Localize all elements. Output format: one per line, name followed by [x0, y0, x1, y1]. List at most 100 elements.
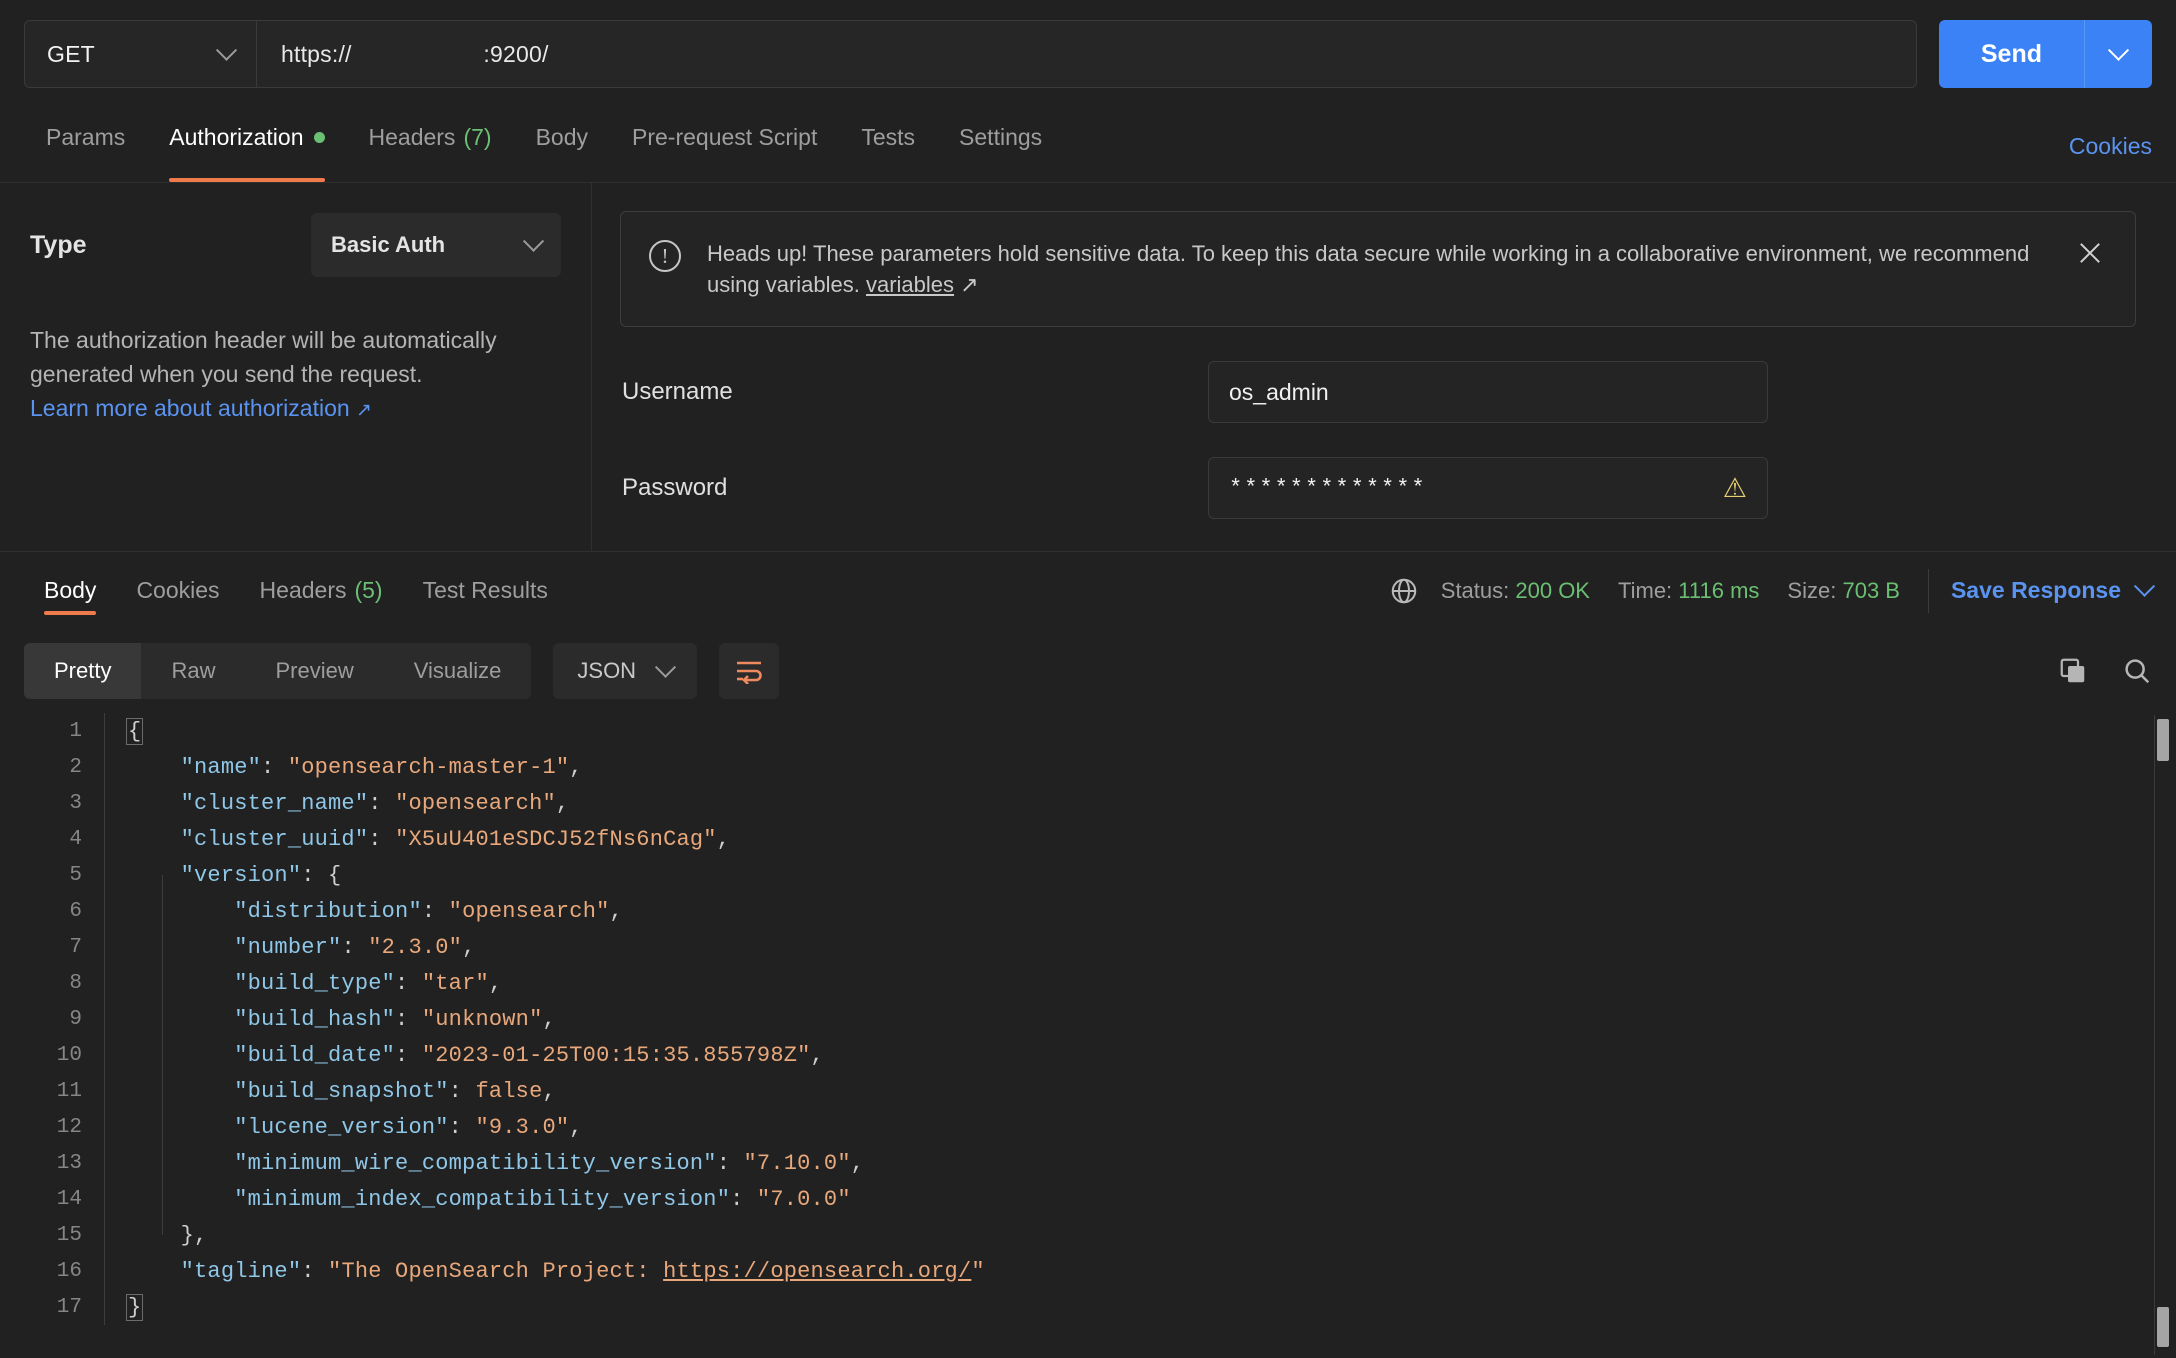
code-text: "build_type": "tar",	[234, 970, 503, 996]
globe-icon	[1391, 578, 1417, 603]
request-tabs: Params Authorization Headers (7) Body Pr…	[0, 108, 2176, 183]
warning-triangle-icon: ⚠	[1722, 472, 1747, 503]
line-number: 10	[56, 1043, 82, 1067]
code-line: 15 },	[0, 1217, 2176, 1253]
tab-authorization[interactable]: Authorization	[147, 108, 346, 182]
username-label: Username	[622, 378, 733, 406]
line-number: 17	[56, 1295, 82, 1319]
code-text: }	[125, 1293, 144, 1321]
line-number: 1	[69, 719, 82, 743]
auth-description: The authorization header will be automat…	[30, 327, 497, 388]
indent-guide	[162, 875, 163, 1235]
code-line: 2 "name": "opensearch-master-1",	[0, 749, 2176, 785]
tab-params[interactable]: Params	[24, 108, 147, 182]
tab-label: Headers	[259, 577, 347, 603]
search-icon[interactable]	[2122, 656, 2152, 686]
view-mode-pretty[interactable]: Pretty	[24, 643, 142, 699]
auth-type-value: Basic Auth	[331, 232, 446, 257]
code-text: },	[180, 1222, 208, 1248]
url-input-wrapper	[257, 21, 1916, 87]
view-mode-preview[interactable]: Preview	[245, 643, 383, 699]
code-text: "build_snapshot": false,	[234, 1078, 556, 1104]
line-number: 16	[56, 1259, 82, 1283]
sensitive-data-notice: ! Heads up! These parameters hold sensit…	[620, 211, 2136, 328]
code-line: 11 "build_snapshot": false,	[0, 1073, 2176, 1109]
tab-label: Settings	[959, 123, 1043, 150]
scrollbar-thumb-bottom[interactable]	[2157, 1307, 2169, 1347]
code-text: "tagline": "The OpenSearch Project: http…	[180, 1258, 985, 1284]
line-number: 2	[69, 755, 82, 779]
vertical-scrollbar[interactable]	[2154, 715, 2169, 1355]
line-number: 8	[69, 971, 82, 995]
save-response-button[interactable]: Save Response	[1950, 575, 2156, 604]
copy-icon[interactable]	[2058, 656, 2088, 686]
authorization-panel: Type Basic Auth The authorization header…	[0, 183, 2176, 551]
code-line: 12 "lucene_version": "9.3.0",	[0, 1109, 2176, 1145]
code-text: "minimum_wire_compatibility_version": "7…	[234, 1150, 865, 1176]
size-label: Size:	[1787, 577, 1837, 603]
indent-guide	[104, 731, 105, 1307]
response-headers-count: (5)	[354, 577, 383, 603]
status-metric: Status: 200 OK	[1441, 578, 1590, 604]
learn-more-link[interactable]: Learn more about authorization ↗	[30, 395, 561, 422]
code-text: "distribution": "opensearch",	[234, 898, 623, 924]
line-number: 14	[56, 1187, 82, 1211]
code-line: 9 "build_hash": "unknown",	[0, 1001, 2176, 1037]
word-wrap-icon	[737, 661, 762, 684]
line-number: 15	[56, 1223, 82, 1247]
response-tab-test-results[interactable]: Test Results	[403, 552, 568, 629]
tab-headers[interactable]: Headers (7)	[347, 108, 514, 182]
code-line: 8 "build_type": "tar",	[0, 965, 2176, 1001]
code-text: "cluster_name": "opensearch",	[180, 790, 570, 816]
code-line: 13 "minimum_wire_compatibility_version":…	[0, 1145, 2176, 1181]
size-value: 703 B	[1842, 577, 1900, 603]
tab-tests[interactable]: Tests	[839, 108, 937, 182]
response-tab-body[interactable]: Body	[24, 552, 116, 629]
status-label: Status:	[1440, 577, 1510, 603]
response-body-code[interactable]: 1{2 "name": "opensearch-master-1", 3 "clu…	[0, 713, 2176, 1358]
tab-label: Authorization	[169, 123, 304, 150]
line-number: 11	[56, 1079, 82, 1103]
view-mode-label: Pretty	[54, 658, 112, 683]
username-row: Username	[620, 361, 2136, 424]
send-options-dropdown[interactable]	[2084, 20, 2152, 88]
view-mode-label: Raw	[171, 658, 216, 683]
password-row: Password ⚠	[620, 457, 2136, 520]
response-tab-cookies[interactable]: Cookies	[116, 552, 239, 629]
scrollbar-thumb-top[interactable]	[2157, 719, 2169, 761]
tab-pre-request-script[interactable]: Pre-request Script	[610, 108, 839, 182]
tab-label: Tests	[861, 123, 916, 150]
save-response-label: Save Response	[1950, 577, 2121, 603]
tab-body[interactable]: Body	[514, 108, 610, 182]
response-format-dropdown[interactable]: JSON	[553, 643, 698, 699]
url-input[interactable]	[281, 40, 1892, 68]
send-button[interactable]: Send	[1938, 20, 2084, 88]
auth-type-dropdown[interactable]: Basic Auth	[311, 213, 561, 277]
chevron-down-icon	[2133, 575, 2156, 597]
variables-link[interactable]: variables	[866, 272, 954, 297]
status-value: 200 OK	[1515, 577, 1590, 603]
response-tab-headers[interactable]: Headers (5)	[240, 552, 403, 629]
request-url-bar: GET Send	[0, 0, 2176, 108]
close-icon[interactable]	[2075, 238, 2105, 268]
view-mode-visualize[interactable]: Visualize	[384, 643, 532, 699]
code-text: "build_date": "2023-01-25T00:15:35.85579…	[234, 1042, 824, 1068]
code-line: 10 "build_date": "2023-01-25T00:15:35.85…	[0, 1037, 2176, 1073]
view-mode-raw[interactable]: Raw	[141, 643, 245, 699]
tab-settings[interactable]: Settings	[937, 108, 1064, 182]
code-text: {	[125, 717, 144, 745]
headers-count: (7)	[463, 123, 492, 150]
word-wrap-toggle[interactable]	[719, 643, 780, 699]
code-line: 5 "version": {	[0, 857, 2176, 893]
cookies-link[interactable]: Cookies	[2069, 133, 2152, 182]
code-line: 17}	[0, 1289, 2176, 1325]
chevron-down-icon	[522, 230, 545, 252]
external-link-icon: ↗	[960, 272, 979, 298]
username-input[interactable]	[1229, 378, 1747, 406]
http-method-dropdown[interactable]: GET	[25, 21, 257, 87]
line-number: 6	[69, 899, 82, 923]
password-input[interactable]	[1229, 475, 1713, 501]
line-number: 9	[69, 1007, 82, 1031]
line-number: 4	[69, 827, 82, 851]
code-text: "cluster_uuid": "X5uU401eSDCJ52fNs6nCag"…	[180, 826, 731, 852]
